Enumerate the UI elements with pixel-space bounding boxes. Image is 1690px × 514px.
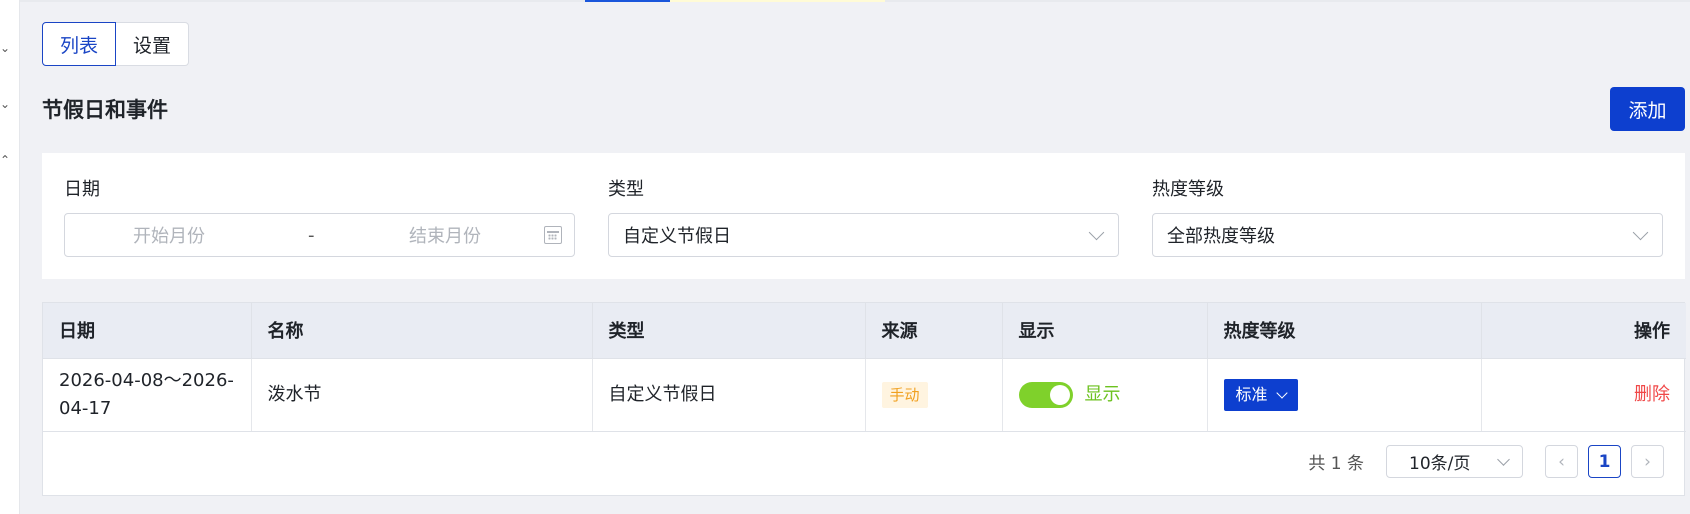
cell-date: 2026-04-08～2026-04-17 xyxy=(43,358,252,432)
events-table: 日期 名称 类型 来源 显示 热度等级 操作 2026-04-08～2026-0… xyxy=(42,302,1686,496)
pagination: 共 1 条 10条/页 ‹ 1 › xyxy=(1308,445,1664,478)
tab-settings[interactable]: 设置 xyxy=(116,22,190,66)
cell-name: 泼水节 xyxy=(251,358,593,432)
chevron-down-icon xyxy=(1088,224,1105,241)
table-header-row: 日期 名称 类型 来源 显示 热度等级 操作 xyxy=(43,303,1686,359)
column-header-name: 名称 xyxy=(251,303,593,359)
filter-panel: 日期 类型 热度等级 开始月份 - 结束月份 自定义节假日 全部热度等级 xyxy=(42,153,1685,279)
heat-level-dropdown[interactable]: 标准 xyxy=(1223,378,1298,411)
top-progress-line xyxy=(20,0,1690,2)
cell-heat-level: 标准 xyxy=(1207,358,1482,432)
chevron-down-icon xyxy=(1497,453,1510,466)
next-page-button[interactable]: › xyxy=(1631,445,1664,478)
side-nav-collapsed: ⌄ ⌄ ⌃ xyxy=(0,0,20,514)
chevron-down-icon xyxy=(1632,224,1649,241)
view-tabs: 列表 设置 xyxy=(42,22,190,66)
heat-select-value: 全部热度等级 xyxy=(1167,226,1275,247)
cell-actions: 删除 xyxy=(1481,358,1686,432)
column-header-actions: 操作 xyxy=(1481,303,1686,359)
start-month-input[interactable]: 开始月份 xyxy=(133,222,205,248)
chevron-up-icon[interactable]: ⌃ xyxy=(0,154,10,166)
cell-display: 显示 xyxy=(1002,358,1208,432)
type-select[interactable]: 自定义节假日 xyxy=(608,213,1119,257)
display-toggle[interactable] xyxy=(1018,381,1073,408)
chevron-down-icon[interactable]: ⌄ xyxy=(0,98,10,110)
type-select-value: 自定义节假日 xyxy=(623,226,731,247)
tab-list[interactable]: 列表 xyxy=(42,22,117,66)
prev-page-button[interactable]: ‹ xyxy=(1545,445,1578,478)
range-separator: - xyxy=(308,224,315,246)
page-title: 节假日和事件 xyxy=(42,98,168,122)
chevron-down-icon[interactable]: ⌄ xyxy=(0,42,10,54)
table-row: 2026-04-08～2026-04-17 泼水节 自定义节假日 手动 显示 标… xyxy=(43,358,1686,432)
source-badge: 手动 xyxy=(881,381,928,408)
chevron-down-icon xyxy=(1275,386,1288,399)
column-header-heat-level: 热度等级 xyxy=(1207,303,1482,359)
date-range-picker[interactable]: 开始月份 - 结束月份 xyxy=(64,213,575,257)
calendar-icon xyxy=(544,226,562,244)
display-status-text: 显示 xyxy=(1084,383,1121,405)
heat-select[interactable]: 全部热度等级 xyxy=(1152,213,1663,257)
page-size-select[interactable]: 10条/页 xyxy=(1386,445,1523,478)
column-header-display: 显示 xyxy=(1002,303,1208,359)
column-header-date: 日期 xyxy=(43,303,252,359)
delete-link[interactable]: 删除 xyxy=(1634,384,1670,405)
total-count: 共 1 条 xyxy=(1308,454,1364,474)
page-number-button[interactable]: 1 xyxy=(1588,445,1621,478)
column-header-type: 类型 xyxy=(592,303,866,359)
cell-type: 自定义节假日 xyxy=(592,358,866,432)
add-button[interactable]: 添加 xyxy=(1610,87,1685,131)
date-filter-label: 日期 xyxy=(64,179,100,200)
heat-filter-label: 热度等级 xyxy=(1152,179,1224,200)
type-filter-label: 类型 xyxy=(608,179,644,200)
page-size-value: 10条/页 xyxy=(1409,454,1471,474)
column-header-source: 来源 xyxy=(865,303,1003,359)
cell-source: 手动 xyxy=(865,358,1003,432)
heat-level-label: 标准 xyxy=(1235,384,1268,404)
end-month-input[interactable]: 结束月份 xyxy=(409,222,481,248)
